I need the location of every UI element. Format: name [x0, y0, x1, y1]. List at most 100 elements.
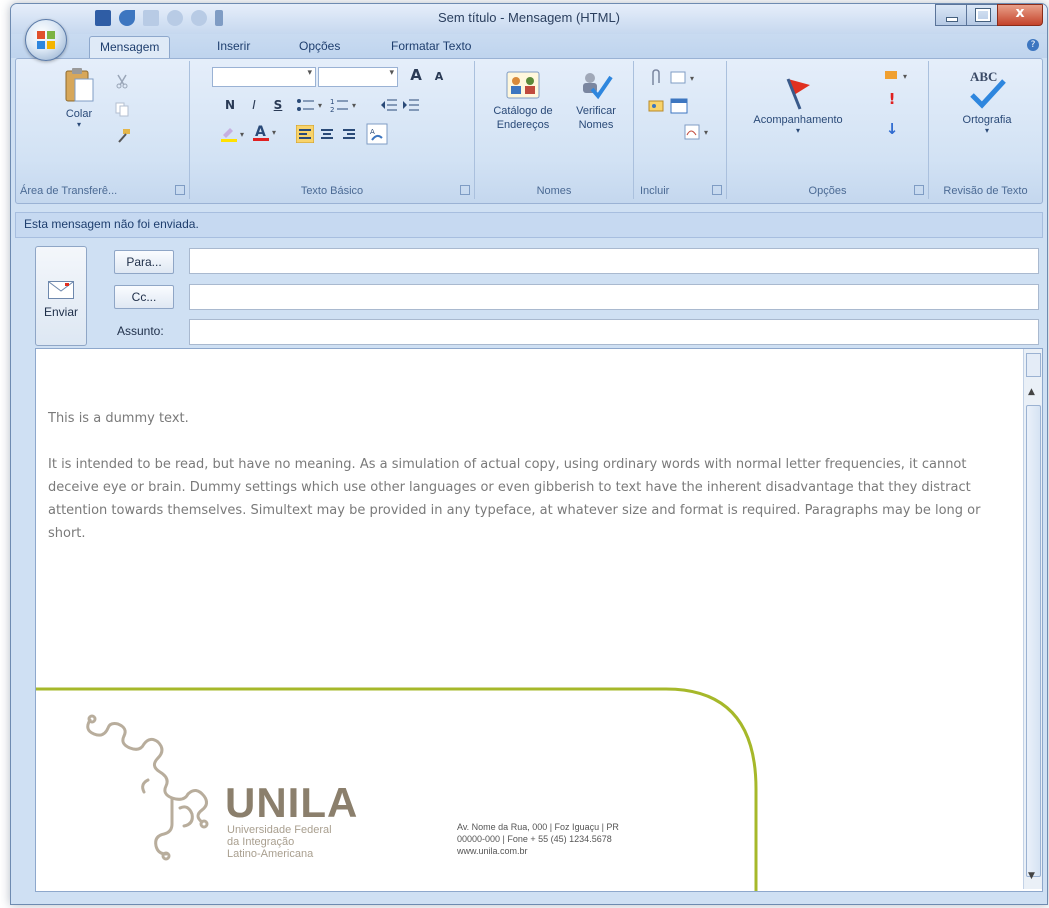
svg-text:ABC: ABC — [970, 69, 997, 84]
address-book-icon — [506, 71, 540, 99]
increase-indent-icon[interactable] — [402, 97, 420, 113]
svg-text:▾: ▾ — [318, 101, 322, 110]
format-painter-icon[interactable] — [114, 127, 132, 145]
svg-text:▾: ▾ — [240, 130, 244, 139]
info-bar: Esta mensagem não foi enviada. — [15, 212, 1043, 238]
to-field[interactable] — [189, 248, 1039, 274]
address-book-button[interactable]: Catálogo de Endereços — [483, 69, 563, 132]
vertical-scrollbar[interactable]: ▲ ▼ — [1023, 349, 1042, 889]
group-clipboard: Colar ▾ Área de Transferê... — [16, 61, 190, 199]
copy-icon[interactable] — [114, 101, 130, 117]
options-launcher-icon[interactable] — [914, 185, 924, 195]
group-label-options: Opções — [808, 185, 847, 197]
group-label-basic-text: Texto Básico — [300, 185, 364, 197]
underline-button[interactable]: S — [268, 95, 288, 115]
numbering-icon[interactable]: 12 ▾ — [330, 97, 360, 113]
include-launcher-icon[interactable] — [712, 185, 722, 195]
scroll-down-icon[interactable]: ▼ — [1028, 871, 1035, 881]
attach-file-icon[interactable] — [648, 69, 664, 87]
svg-text:▾: ▾ — [903, 72, 907, 81]
permission-icon[interactable]: ▾ — [883, 67, 915, 83]
org-line-3: Latino-Americana — [227, 848, 314, 860]
cc-button[interactable]: Cc... — [114, 285, 174, 309]
font-color-icon[interactable]: A ▾ — [252, 123, 282, 143]
svg-text:2: 2 — [330, 106, 334, 113]
help-icon[interactable]: ? — [1027, 39, 1039, 51]
basic-text-launcher-icon[interactable] — [460, 185, 470, 195]
bullets-icon[interactable]: ▾ — [296, 97, 326, 113]
group-label-proofing: Revisão de Texto — [943, 185, 1028, 197]
office-button[interactable] — [25, 19, 67, 61]
window-title: Sem título - Mensagem (HTML) — [437, 10, 621, 25]
align-left-icon[interactable] — [296, 125, 314, 143]
italic-button[interactable]: I — [244, 95, 264, 115]
svg-text:A: A — [255, 124, 266, 140]
paste-button[interactable]: Colar ▾ — [54, 67, 104, 129]
address-line-3: www.unila.com.br — [457, 846, 528, 856]
address-line-2: 00000-000 | Fone + 55 (45) 1234.5678 — [457, 834, 612, 844]
shrink-font-button[interactable]: A — [430, 67, 448, 87]
title-bar: Sem título - Mensagem (HTML) — [11, 4, 1047, 34]
send-button-label: Enviar — [43, 305, 78, 319]
cc-field[interactable] — [189, 284, 1039, 310]
decrease-indent-icon[interactable] — [380, 97, 398, 113]
outlook-message-window: Sem título - Mensagem (HTML) Mensagem In… — [10, 3, 1048, 905]
font-size-dropdown[interactable] — [318, 67, 398, 87]
group-label-names: Nomes — [536, 185, 572, 197]
subject-field[interactable] — [189, 319, 1039, 345]
svg-text:A: A — [370, 128, 375, 136]
calendar-icon[interactable] — [670, 97, 688, 115]
tab-opcoes[interactable]: Opções — [299, 39, 340, 53]
align-right-icon[interactable] — [340, 125, 358, 143]
check-names-button[interactable]: Verificar Nomes — [567, 69, 625, 132]
org-line-1: Universidade Federal — [227, 824, 332, 836]
bold-button[interactable]: N — [220, 95, 240, 115]
group-names: Catálogo de Endereços Verificar Nomes No… — [475, 61, 634, 199]
office-logo-icon — [37, 31, 55, 49]
send-envelope-icon — [48, 281, 74, 299]
ribbon: Colar ▾ Área de Transferê... A A N I S ▾… — [15, 58, 1043, 204]
maximize-button[interactable] — [966, 4, 998, 26]
send-button[interactable]: Enviar — [35, 246, 87, 346]
minimize-button[interactable] — [935, 4, 967, 26]
svg-text:1: 1 — [330, 98, 334, 106]
svg-text:▾: ▾ — [352, 101, 356, 110]
grow-font-button[interactable]: A — [406, 65, 426, 85]
svg-text:▾: ▾ — [272, 128, 276, 137]
font-name-dropdown[interactable] — [212, 67, 316, 87]
address-line-1: Av. Nome da Rua, 000 | Foz Iguaçu | PR — [457, 822, 619, 832]
spelling-button[interactable]: ABC Ortografia ▾ — [939, 67, 1035, 135]
low-importance-icon[interactable]: ↓ — [883, 119, 901, 139]
ruler-toggle-icon[interactable] — [1026, 353, 1041, 377]
group-label-clipboard: Área de Transferê... — [20, 185, 118, 197]
attach-item-icon[interactable]: ▾ — [670, 69, 702, 85]
unila-logo-icon — [86, 714, 209, 861]
styles-icon[interactable]: A — [366, 123, 388, 145]
paste-icon — [65, 68, 94, 102]
high-importance-icon[interactable]: ! — [883, 89, 901, 109]
window-controls — [935, 4, 1043, 26]
spelling-check-icon: ABC — [970, 69, 1006, 109]
org-name: UNILA — [225, 779, 359, 826]
business-card-icon[interactable] — [648, 97, 666, 115]
clipboard-launcher-icon[interactable] — [175, 185, 185, 195]
tab-formatar-texto[interactable]: Formatar Texto — [391, 39, 471, 53]
cut-icon[interactable] — [114, 73, 130, 89]
highlight-color-icon[interactable]: ▾ — [220, 125, 250, 143]
to-button[interactable]: Para... — [114, 250, 174, 274]
tab-inserir[interactable]: Inserir — [217, 39, 250, 53]
tab-mensagem[interactable]: Mensagem — [89, 36, 171, 58]
scroll-up-icon[interactable]: ▲ — [1028, 387, 1035, 397]
close-button[interactable] — [997, 4, 1043, 26]
svg-text:▾: ▾ — [690, 74, 694, 83]
scroll-thumb[interactable] — [1026, 405, 1041, 877]
svg-text:▾: ▾ — [704, 128, 708, 137]
follow-up-button[interactable]: Acompanhamento ▾ — [733, 75, 863, 135]
align-center-icon[interactable] — [318, 125, 336, 143]
group-basic-text: A A N I S ▾ 12▾ ▾ A▾ A Texto Básico — [190, 61, 475, 199]
check-names-icon — [583, 73, 613, 100]
follow-up-flag-icon — [786, 78, 810, 110]
signature-icon[interactable]: ▾ — [684, 123, 716, 141]
ribbon-tabs: Mensagem Inserir Opções Formatar Texto ? — [11, 34, 1047, 58]
message-body[interactable]: This is a dummy text. It is intended to … — [35, 348, 1043, 892]
